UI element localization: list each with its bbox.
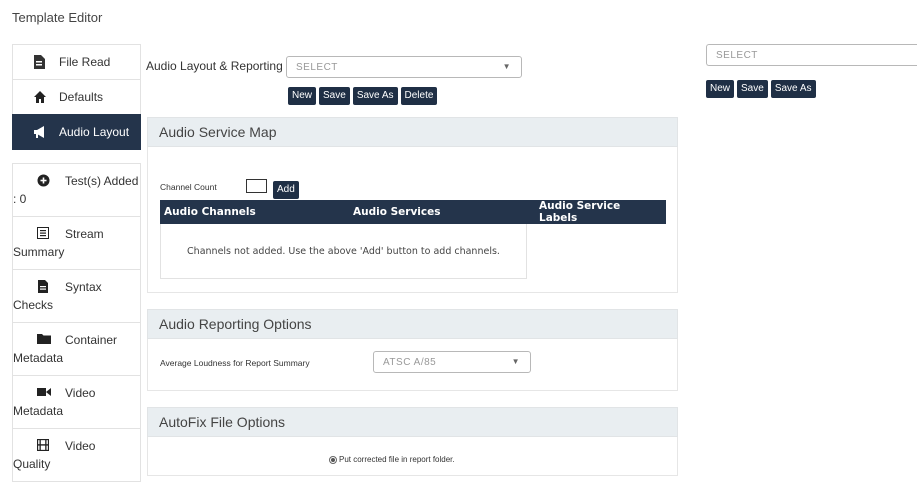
save-button[interactable]: Save <box>737 80 768 98</box>
sidebar-item-file-read[interactable]: File Read <box>12 44 141 80</box>
sidebar-item-label: Container <box>65 333 118 347</box>
sidebar-item-tests-added[interactable]: Test(s) Added : 0 <box>12 163 141 217</box>
channel-count-input[interactable] <box>246 179 267 193</box>
sidebar-item-video-quality[interactable]: Video Quality <box>12 428 141 482</box>
audio-layout-toolbar: New Save Save As Delete <box>288 87 438 105</box>
right-toolbar: New Save Save As <box>706 80 816 98</box>
sidebar-item-label-2: Metadata <box>13 351 64 365</box>
save-as-button[interactable]: Save As <box>352 87 398 105</box>
megaphone-icon <box>33 125 47 139</box>
audio-service-map-body: Channel Count Add Audio Channels Audio S… <box>147 147 678 293</box>
chevron-down-icon: ▼ <box>502 62 511 71</box>
loudness-select[interactable]: ATSC A/85 ▼ <box>373 351 531 373</box>
autofix-radio-option[interactable]: Put corrected file in report folder. <box>329 455 455 464</box>
audio-service-map-header: Audio Service Map <box>147 117 678 147</box>
list-icon <box>37 227 51 241</box>
sidebar-item-syntax-checks[interactable]: Syntax Checks <box>12 269 141 323</box>
chevron-down-icon: ▼ <box>511 357 520 366</box>
delete-button[interactable]: Delete <box>400 87 438 105</box>
sidebar-item-label: Test(s) Added <box>65 174 139 188</box>
sidebar-item-label: Audio Layout <box>59 125 130 139</box>
sidebar-item-label: Syntax <box>65 280 102 294</box>
channel-count-label: Channel Count <box>160 182 217 192</box>
sidebar-item-label: File Read <box>59 55 111 69</box>
home-icon <box>33 90 47 104</box>
save-button[interactable]: Save <box>319 87 350 105</box>
autofix-options-header: AutoFix File Options <box>147 407 678 437</box>
file-icon <box>33 55 47 69</box>
table-header-row: Audio Channels Audio Services Audio Serv… <box>160 200 666 224</box>
loudness-label: Average Loudness for Report Summary <box>160 358 310 368</box>
sidebar-item-label-2: Metadata <box>13 404 64 418</box>
sidebar-item-label-2: Checks <box>13 298 54 312</box>
new-button[interactable]: New <box>706 80 735 98</box>
sidebar-item-label: Stream <box>65 227 104 241</box>
sidebar-item-label: Video <box>65 386 96 400</box>
audio-reporting-options-header: Audio Reporting Options <box>147 309 678 339</box>
sidebar-item-count: : 0 <box>13 192 27 206</box>
sidebar-item-container-metadata[interactable]: Container Metadata <box>12 322 141 376</box>
document-icon <box>37 280 51 294</box>
film-icon <box>36 438 51 453</box>
empty-table-message: Channels not added. Use the above 'Add' … <box>160 224 527 279</box>
page-title: Template Editor <box>12 10 103 25</box>
audio-reporting-options-body: Average Loudness for Report Summary ATSC… <box>147 339 678 391</box>
autofix-options-body: Put corrected file in report folder. <box>147 437 678 476</box>
right-template-select[interactable]: SELECT <box>706 44 917 66</box>
sidebar-item-label: Video <box>65 439 96 453</box>
sidebar-item-audio-layout[interactable]: Audio Layout <box>12 114 141 150</box>
column-header: Audio Services <box>349 200 535 224</box>
sidebar-item-label-2: Summary <box>13 245 65 259</box>
audio-channels-table: Audio Channels Audio Services Audio Serv… <box>160 200 666 224</box>
select-value: SELECT <box>716 50 758 61</box>
sidebar-item-label-2: Quality <box>13 457 51 471</box>
video-camera-icon <box>37 386 51 400</box>
folder-icon <box>37 333 51 347</box>
select-value: SELECT <box>296 62 338 73</box>
add-channel-button[interactable]: Add <box>273 181 299 199</box>
radio-button[interactable] <box>329 455 337 464</box>
column-header: Audio Channels <box>160 200 349 224</box>
audio-layout-select[interactable]: SELECT ▼ <box>286 56 522 78</box>
sidebar-item-label: Defaults <box>59 90 104 104</box>
sidebar-item-defaults[interactable]: Defaults <box>12 79 141 115</box>
save-as-button[interactable]: Save As <box>770 80 816 98</box>
add-circle-icon <box>37 174 51 188</box>
column-header: Audio Service Labels <box>535 200 666 224</box>
radio-label: Put corrected file in report folder. <box>339 455 455 464</box>
audio-layout-reporting-label: Audio Layout & Reporting <box>146 59 283 73</box>
select-value: ATSC A/85 <box>383 357 437 368</box>
new-button[interactable]: New <box>288 87 317 105</box>
sidebar-item-video-metadata[interactable]: Video Metadata <box>12 375 141 429</box>
sidebar-item-stream-summary[interactable]: Stream Summary <box>12 216 141 270</box>
